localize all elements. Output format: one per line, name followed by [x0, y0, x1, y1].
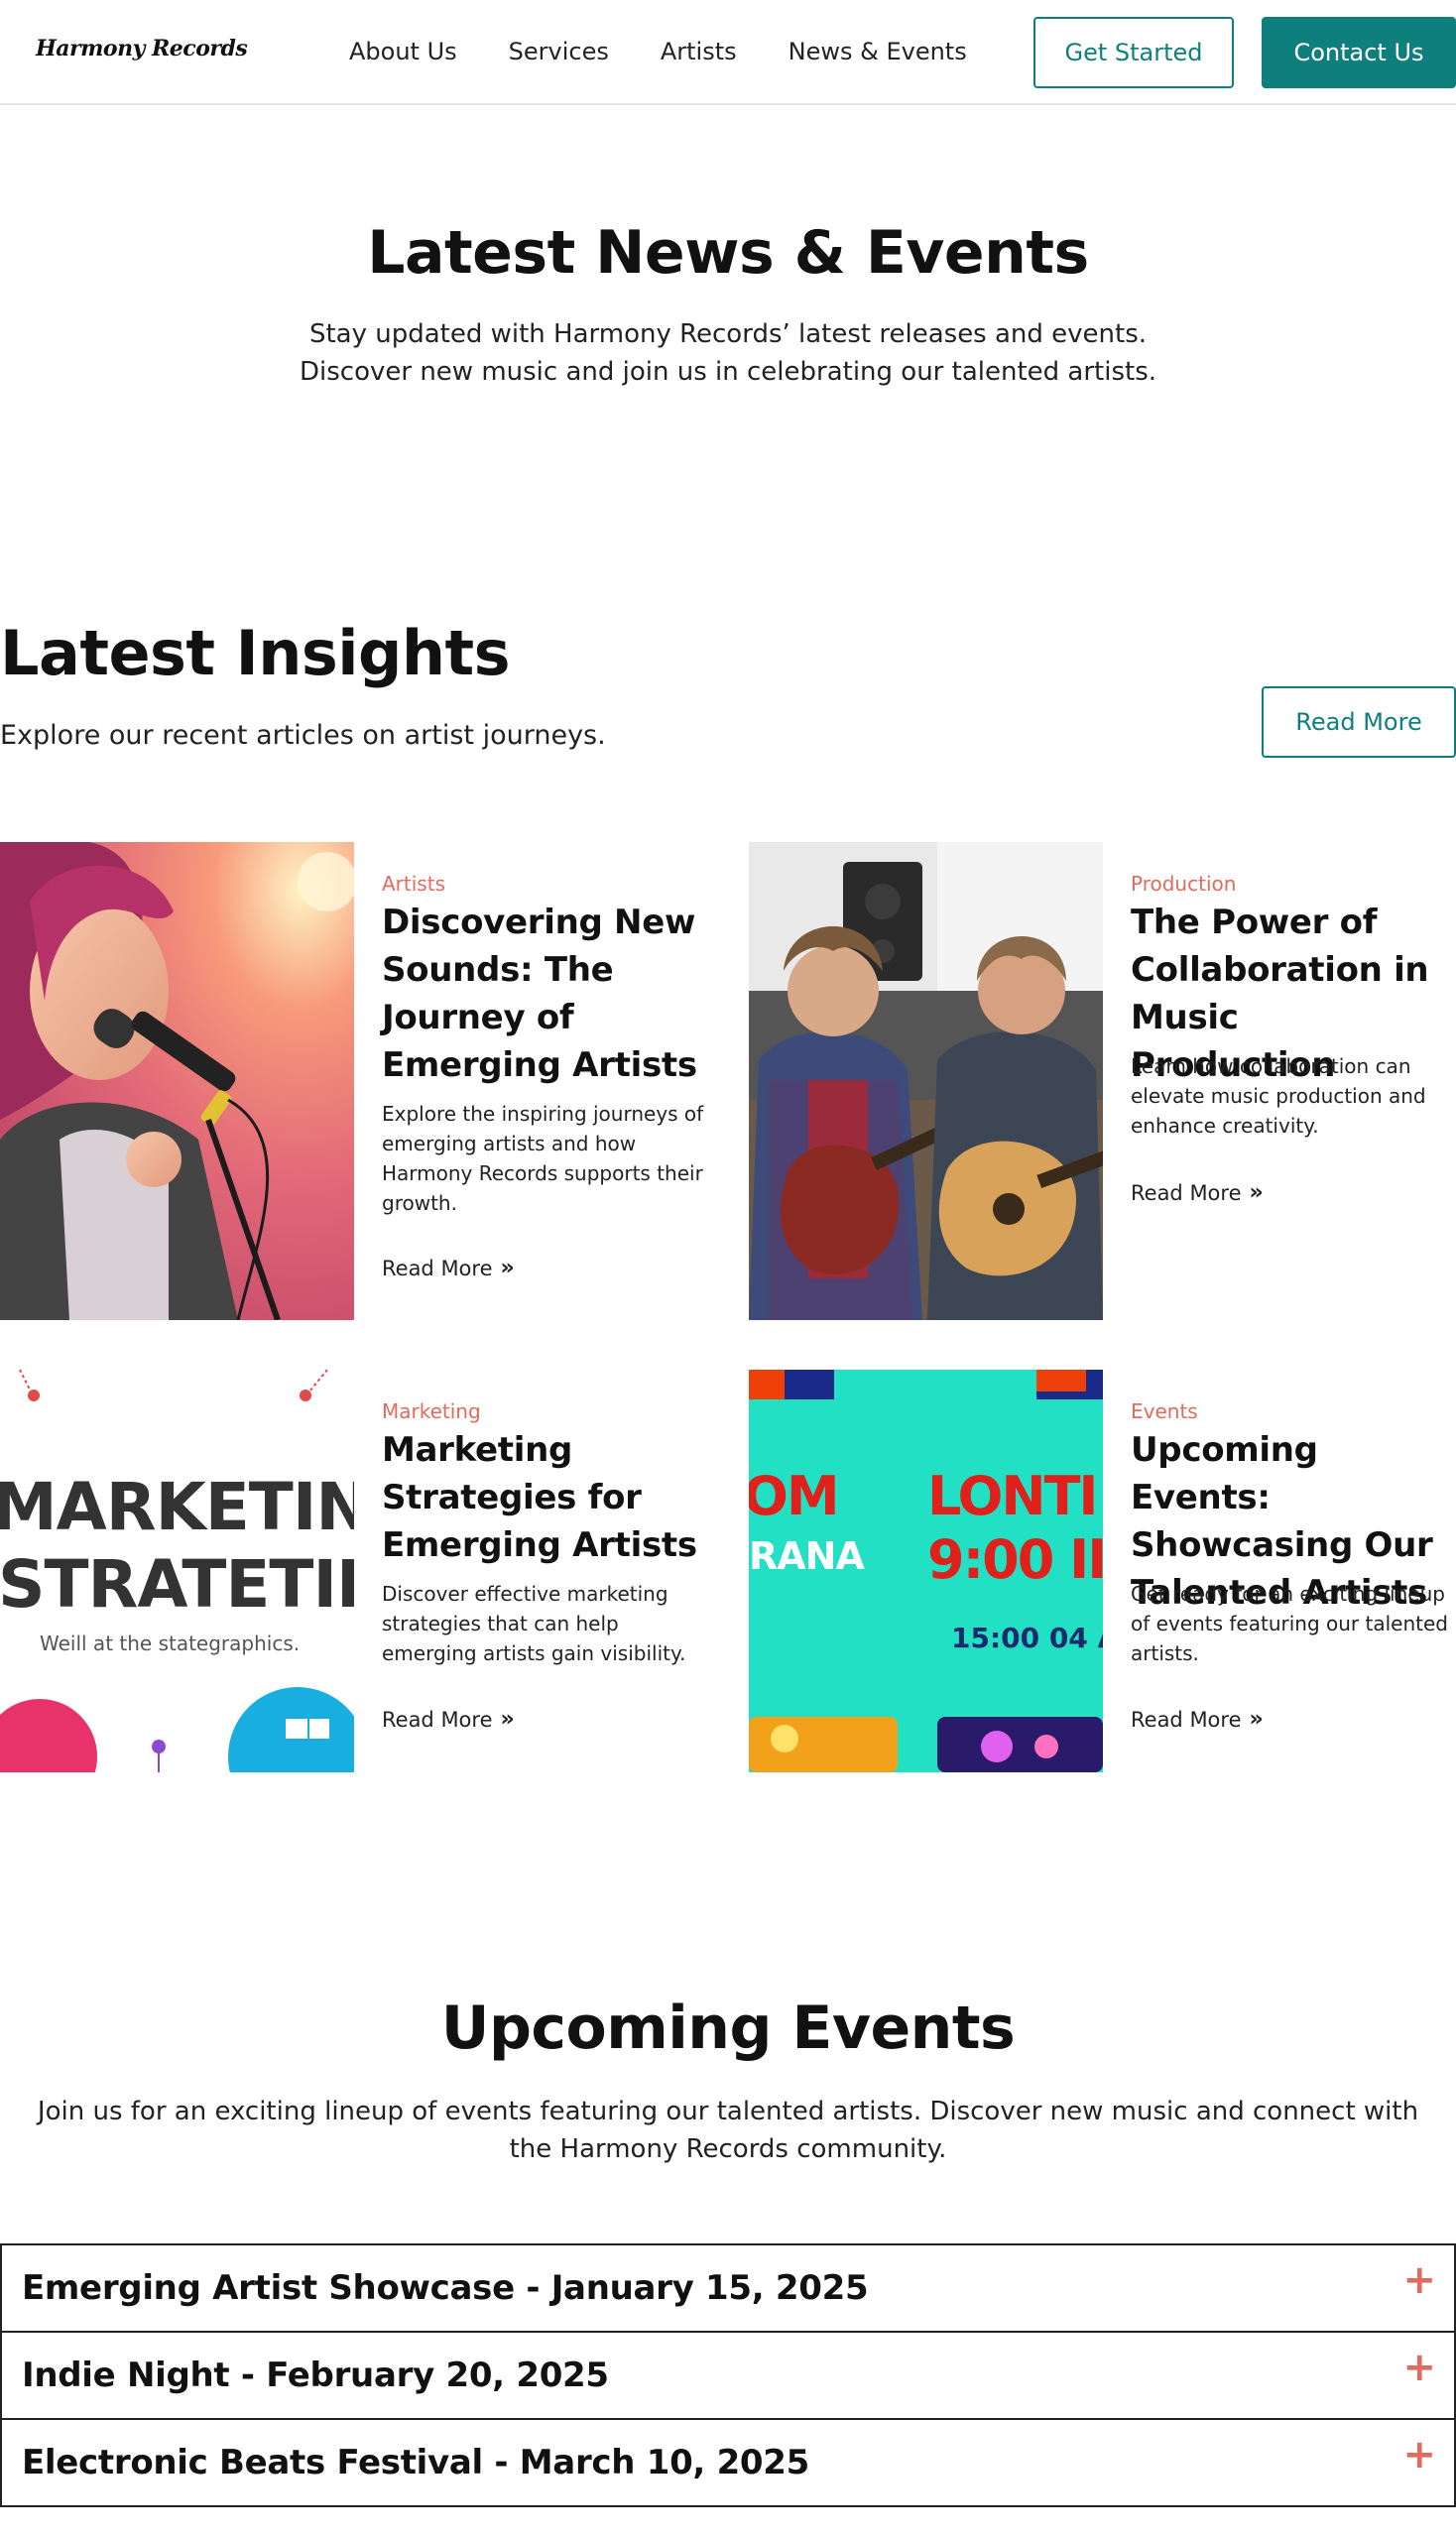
card-title[interactable]: Marketing Strategies for Emerging Artist… — [382, 1426, 709, 1569]
card-category: Artists — [382, 872, 445, 896]
page-title: Latest News & Events — [367, 218, 1089, 288]
card-category: Production — [1131, 872, 1237, 896]
nav-about[interactable]: About Us — [349, 38, 457, 65]
card-title[interactable]: Discovering New Sounds: The Journey of E… — [382, 899, 709, 1089]
card-description: Explore the inspiring journeys of emergi… — [382, 1102, 704, 1215]
page-subtitle: Stay updated with Harmony Records’ lates… — [299, 319, 1157, 387]
insights-read-more-button[interactable]: Read More — [1262, 686, 1456, 758]
card-read-more-link[interactable]: Read More » — [1131, 1707, 1264, 1732]
double-chevron-right-icon: » — [500, 1707, 515, 1732]
insights-title: Latest Insights — [0, 617, 511, 689]
site-header: Harmony Records About Us Services Artist… — [0, 0, 1456, 105]
get-started-button[interactable]: Get Started — [1033, 17, 1234, 88]
nav-news-events[interactable]: News & Events — [789, 38, 967, 65]
double-chevron-right-icon: » — [1249, 1180, 1264, 1205]
card-image-marketing[interactable]: MARKETING STRATETIES Weill at the stateg… — [0, 1370, 354, 1772]
card-read-more-label: Read More — [1131, 1180, 1242, 1205]
insights-subtitle: Explore our recent articles on artist jo… — [0, 720, 606, 751]
card-read-more-label: Read More — [1131, 1707, 1242, 1732]
logo[interactable]: Harmony Records — [36, 36, 248, 61]
image-text: 15:00 04 AT — [951, 1622, 1103, 1654]
double-chevron-right-icon: » — [500, 1256, 515, 1280]
image-text: OM — [749, 1465, 840, 1527]
card-description: Learn how collaboration can elevate musi… — [1131, 1054, 1426, 1138]
events-accordion: Emerging Artist Showcase - January 15, 2… — [0, 2243, 1456, 2507]
card-image-singer[interactable] — [0, 842, 354, 1320]
card-image-event-poster[interactable]: OM LONTI RANA 9:00 II 15:00 04 AT — [749, 1370, 1103, 1772]
image-text: RANA — [749, 1534, 865, 1578]
upcoming-events-title: Upcoming Events — [440, 1994, 1016, 2063]
plus-icon[interactable]: + — [1402, 2432, 1436, 2478]
accordion-item[interactable]: Indie Night - February 20, 2025 + — [0, 2331, 1456, 2420]
image-text: STRATETIES — [0, 1546, 354, 1623]
card-read-more-link[interactable]: Read More » — [1131, 1180, 1264, 1205]
image-text: MARKETING — [0, 1469, 354, 1545]
card-read-more-link[interactable]: Read More » — [382, 1707, 515, 1732]
card-category: Events — [1131, 1399, 1198, 1423]
image-text: Weill at the stategraphics. — [40, 1632, 301, 1655]
accordion-item[interactable]: Emerging Artist Showcase - January 15, 2… — [0, 2243, 1456, 2333]
card-read-more-link[interactable]: Read More » — [382, 1256, 515, 1280]
plus-icon[interactable]: + — [1402, 2345, 1436, 2390]
image-text: LONTI — [927, 1465, 1099, 1527]
accordion-item[interactable]: Electronic Beats Festival - March 10, 20… — [0, 2418, 1456, 2507]
card-read-more-label: Read More — [382, 1256, 493, 1280]
card-description: Get ready for an exciting lineup of even… — [1131, 1582, 1448, 1665]
accordion-label: Indie Night - February 20, 2025 — [22, 2356, 609, 2395]
nav-artists[interactable]: Artists — [661, 38, 737, 65]
card-read-more-label: Read More — [382, 1707, 493, 1732]
card-image-guitarists[interactable] — [749, 842, 1103, 1320]
main-nav: About Us Services Artists News & Events — [349, 38, 967, 65]
image-text: 9:00 II — [927, 1528, 1103, 1591]
card-category: Marketing — [382, 1399, 481, 1423]
contact-us-button[interactable]: Contact Us — [1262, 17, 1456, 88]
card-description: Discover effective marketing strategies … — [382, 1582, 686, 1665]
accordion-label: Emerging Artist Showcase - January 15, 2… — [22, 2268, 869, 2308]
double-chevron-right-icon: » — [1249, 1707, 1264, 1732]
plus-icon[interactable]: + — [1402, 2257, 1436, 2303]
upcoming-events-subtitle: Join us for an exciting lineup of events… — [37, 2097, 1419, 2164]
nav-services[interactable]: Services — [509, 38, 609, 65]
accordion-label: Electronic Beats Festival - March 10, 20… — [22, 2443, 810, 2482]
